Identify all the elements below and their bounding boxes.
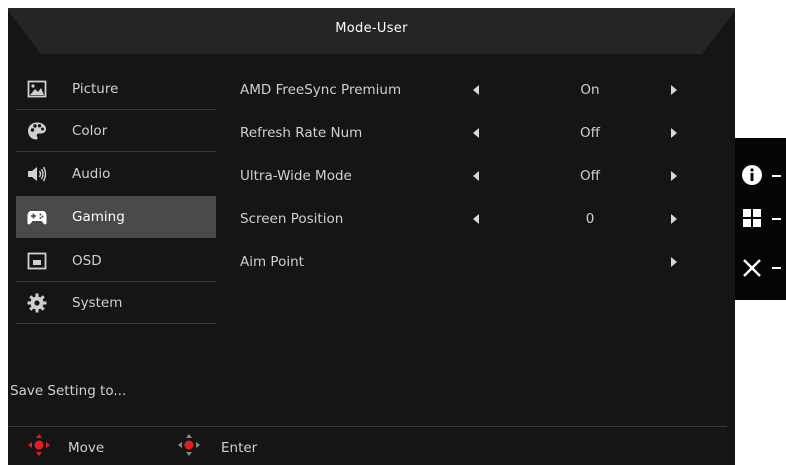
divider xyxy=(16,323,216,324)
sidebar-item-label: Gaming xyxy=(72,209,125,225)
title-bar: Mode-User xyxy=(8,8,735,54)
left-arrow-icon[interactable] xyxy=(473,171,479,181)
setting-label: AMD FreeSync Premium xyxy=(240,82,402,98)
info-icon[interactable] xyxy=(741,164,763,186)
left-arrow-icon[interactable] xyxy=(473,85,479,95)
speaker-icon xyxy=(28,166,47,182)
sidebar-item-label: OSD xyxy=(72,253,102,269)
hotkey-dash xyxy=(772,218,781,220)
joystick-move-icon xyxy=(28,434,50,456)
divider xyxy=(16,151,216,152)
joystick-enter-icon xyxy=(178,434,200,456)
left-arrow-icon[interactable] xyxy=(473,128,479,138)
right-arrow-icon[interactable] xyxy=(671,128,677,138)
page-title: Mode-User xyxy=(335,21,408,36)
setting-label: Refresh Rate Num xyxy=(240,125,363,141)
right-arrow-icon[interactable] xyxy=(671,214,677,224)
divider xyxy=(16,194,216,195)
setting-label: Aim Point xyxy=(240,254,304,270)
left-arrow-icon[interactable] xyxy=(473,214,479,224)
sidebar-item-color[interactable]: Color xyxy=(16,110,216,152)
palette-icon xyxy=(28,122,46,140)
osd-icon xyxy=(27,252,47,270)
right-arrow-icon[interactable] xyxy=(671,257,677,267)
sidebar-item-osd[interactable]: OSD xyxy=(16,240,216,282)
picture-icon xyxy=(27,80,47,98)
sidebar-item-picture[interactable]: Picture xyxy=(16,68,216,110)
close-icon[interactable] xyxy=(741,257,763,279)
menu-grid-icon[interactable] xyxy=(741,207,763,229)
setting-row-freesync[interactable]: AMD FreeSync Premium On xyxy=(240,82,710,102)
hotkey-dash xyxy=(772,175,781,177)
move-hint-label: Move xyxy=(68,440,105,456)
setting-row-refresh-rate[interactable]: Refresh Rate Num Off xyxy=(240,125,710,145)
setting-row-aim-point[interactable]: Aim Point xyxy=(240,254,710,274)
setting-label: Screen Position xyxy=(240,211,344,227)
divider xyxy=(8,426,727,427)
right-arrow-icon[interactable] xyxy=(671,85,677,95)
setting-value: Off xyxy=(580,168,600,184)
enter-hint-label: Enter xyxy=(221,440,258,456)
sidebar-item-label: Audio xyxy=(72,166,111,182)
gear-icon xyxy=(27,293,47,313)
sidebar-item-system[interactable]: System xyxy=(16,282,216,324)
sidebar-item-label: Color xyxy=(72,123,108,139)
hotkey-panel xyxy=(735,138,786,300)
setting-value: 0 xyxy=(585,211,595,227)
sidebar-item-label: System xyxy=(72,295,123,311)
sidebar-item-gaming[interactable]: Gaming xyxy=(16,196,216,238)
setting-row-ultra-wide[interactable]: Ultra-Wide Mode Off xyxy=(240,168,710,188)
setting-label: Ultra-Wide Mode xyxy=(240,168,352,184)
sidebar-item-label: Picture xyxy=(72,81,119,97)
hotkey-dash xyxy=(772,267,781,269)
right-arrow-icon[interactable] xyxy=(671,171,677,181)
sidebar-item-audio[interactable]: Audio xyxy=(16,153,216,195)
save-setting-button[interactable]: Save Setting to... xyxy=(10,383,126,399)
osd-menu: Mode-User Picture Color Audio Gaming OSD… xyxy=(8,8,735,465)
gamepad-icon xyxy=(27,211,47,225)
setting-value: Off xyxy=(580,125,600,141)
setting-row-screen-position[interactable]: Screen Position 0 xyxy=(240,211,710,231)
setting-value: On xyxy=(580,82,600,98)
